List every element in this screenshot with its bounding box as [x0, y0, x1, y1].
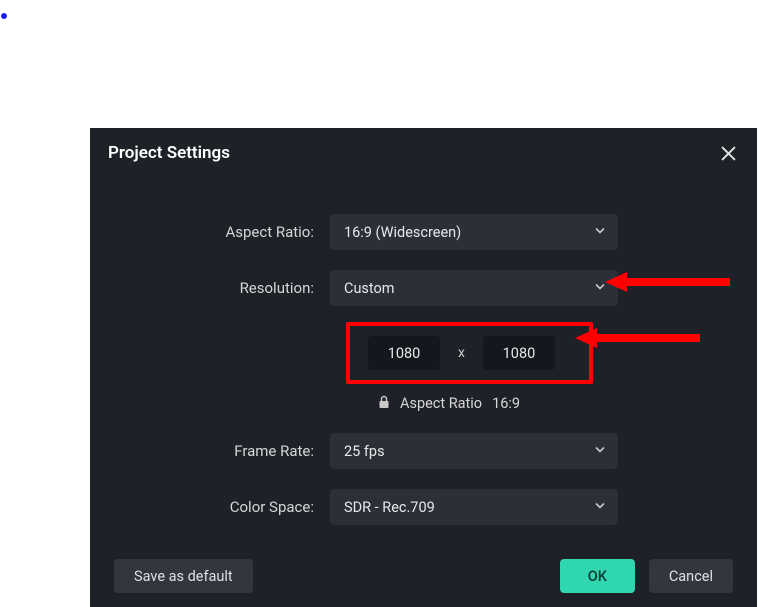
chevron-down-icon [594, 443, 606, 460]
dialog-footer: Save as default OK Cancel [90, 545, 757, 607]
height-input[interactable] [483, 336, 555, 370]
resolution-label: Resolution: [130, 279, 330, 297]
resolution-value: Custom [344, 280, 395, 297]
color-space-value: SDR - Rec.709 [344, 499, 435, 516]
close-icon [721, 146, 736, 161]
ok-button[interactable]: OK [560, 559, 635, 593]
form-area: Aspect Ratio: 16:9 (Widescreen) Resoluti… [90, 172, 757, 525]
aspect-ratio-label: Aspect Ratio: [130, 223, 330, 241]
chevron-down-icon [594, 499, 606, 516]
aspect-lock-row: Aspect Ratio 16:9 [378, 394, 717, 413]
size-separator: x [458, 345, 465, 361]
aspect-lock-label: Aspect Ratio [400, 395, 482, 412]
chevron-down-icon [594, 280, 606, 297]
aspect-lock-value: 16:9 [492, 395, 520, 412]
custom-size-row: x [130, 322, 717, 384]
close-button[interactable] [717, 142, 739, 164]
lock-icon [378, 394, 390, 413]
color-space-label: Color Space: [130, 498, 330, 516]
color-space-row: Color Space: SDR - Rec.709 [130, 489, 717, 525]
aspect-ratio-value: 16:9 (Widescreen) [344, 224, 461, 241]
dialog-title: Project Settings [108, 143, 230, 163]
resolution-row: Resolution: Custom [130, 270, 717, 306]
frame-rate-label: Frame Rate: [130, 442, 330, 460]
project-settings-dialog: Project Settings Aspect Ratio: 16:9 (Wid… [90, 128, 757, 607]
resolution-select[interactable]: Custom [330, 270, 618, 306]
aspect-ratio-row: Aspect Ratio: 16:9 (Widescreen) [130, 214, 717, 250]
custom-size-highlight: x [346, 322, 593, 384]
aspect-ratio-select[interactable]: 16:9 (Widescreen) [330, 214, 618, 250]
cancel-button[interactable]: Cancel [649, 559, 733, 593]
dialog-header: Project Settings [90, 128, 757, 172]
frame-rate-value: 25 fps [344, 443, 385, 460]
frame-rate-select[interactable]: 25 fps [330, 433, 618, 469]
frame-rate-row: Frame Rate: 25 fps [130, 433, 717, 469]
width-input[interactable] [368, 336, 440, 370]
save-as-default-button[interactable]: Save as default [114, 559, 253, 593]
footer-right-group: OK Cancel [560, 559, 733, 593]
decorative-dot [1, 13, 7, 19]
color-space-select[interactable]: SDR - Rec.709 [330, 489, 618, 525]
chevron-down-icon [594, 224, 606, 241]
